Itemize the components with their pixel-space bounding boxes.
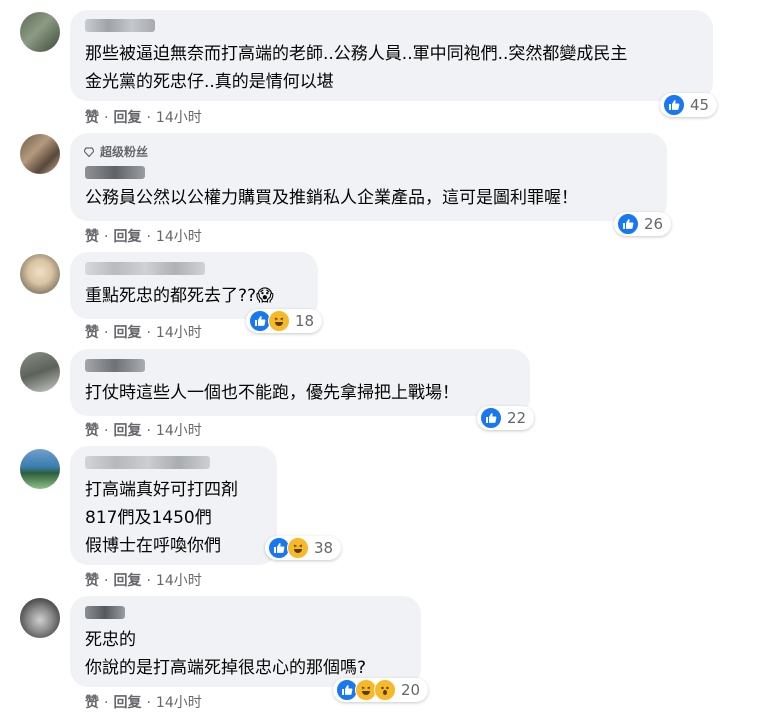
reaction-count: 22 — [507, 409, 527, 427]
blurred-username[interactable] — [85, 262, 205, 275]
comment-bubble: 打仗時這些人一個也不能跑，優先拿掃把上戰場！ — [70, 349, 530, 416]
comment-text: 打高端真好可打四剤 817們及1450們 假博士在呼喚你們 — [85, 480, 238, 556]
diamond-icon — [84, 147, 94, 157]
like-link[interactable]: 赞 — [85, 110, 99, 126]
reply-link[interactable]: 回复 — [113, 573, 141, 589]
comment-actions: 赞 · 回复 · 14小时 — [85, 695, 202, 711]
like-link[interactable]: 赞 — [85, 573, 99, 589]
like-link[interactable]: 赞 — [85, 695, 99, 711]
comment-bubble: 死忠的 你說的是打高端死掉很忠心的那個嗎? — [70, 596, 421, 687]
blurred-username[interactable] — [85, 19, 155, 32]
haha-reaction-icon — [268, 310, 290, 332]
like-reaction-icon — [480, 407, 502, 429]
blurred-username[interactable] — [85, 456, 210, 469]
comment-actions: 赞 · 回复 · 14小时 — [85, 110, 202, 126]
like-reaction-icon — [663, 94, 685, 116]
comment-actions: 赞 · 回复 · 14小时 — [85, 423, 202, 439]
comment-bubble: 那些被逼迫無奈而打高端的老師..公務人員..軍中同袍們..突然都變成民主 金光黨… — [70, 10, 713, 101]
reaction-count: 20 — [401, 681, 421, 699]
avatar[interactable] — [20, 12, 60, 52]
reaction-count: 45 — [690, 96, 710, 114]
comment-actions: 赞 · 回复 · 14小时 — [85, 325, 202, 341]
reply-link[interactable]: 回复 — [113, 325, 141, 341]
avatar[interactable] — [20, 449, 60, 489]
reply-link[interactable]: 回复 — [113, 695, 141, 711]
reaction-count: 26 — [644, 215, 664, 233]
comment-actions: 赞 · 回复 · 14小时 — [85, 573, 202, 589]
comment-text: 重點死忠的都死去了??😱 — [85, 286, 274, 306]
reply-link[interactable]: 回复 — [113, 229, 141, 245]
like-reaction-icon — [617, 213, 639, 235]
blurred-username[interactable] — [85, 359, 145, 372]
reaction-count: 18 — [295, 312, 315, 330]
comment-text: 死忠的 你說的是打高端死掉很忠心的那個嗎? — [85, 630, 367, 678]
like-link[interactable]: 赞 — [85, 229, 99, 245]
reaction-summary[interactable]: 22 — [477, 406, 535, 430]
haha-reaction-icon — [287, 537, 309, 559]
top-fan-badge[interactable]: 超级粉丝 — [84, 143, 148, 160]
avatar[interactable] — [20, 134, 60, 174]
reaction-summary[interactable]: 45 — [660, 93, 718, 117]
comment-text: 打仗時這些人一個也不能跑，優先拿掃把上戰場！ — [85, 383, 459, 403]
reaction-summary[interactable]: 20 — [333, 678, 429, 702]
like-link[interactable]: 赞 — [85, 325, 99, 341]
comment-bubble: 超级粉丝 公務員公然以公權力購買及推銷私人企業產品，這可是圖利罪喔！ — [70, 133, 667, 221]
timestamp[interactable]: 14小时 — [156, 110, 202, 126]
avatar[interactable] — [20, 254, 60, 294]
reply-link[interactable]: 回复 — [113, 110, 141, 126]
reaction-count: 38 — [314, 539, 334, 557]
blurred-username[interactable] — [85, 606, 125, 619]
avatar[interactable] — [20, 352, 60, 392]
reaction-summary[interactable]: 38 — [265, 536, 342, 560]
wow-reaction-icon — [374, 679, 396, 701]
reply-link[interactable]: 回复 — [113, 423, 141, 439]
like-link[interactable]: 赞 — [85, 423, 99, 439]
timestamp[interactable]: 14小时 — [156, 695, 202, 711]
timestamp[interactable]: 14小时 — [156, 229, 202, 245]
reaction-summary[interactable]: 26 — [614, 212, 672, 236]
timestamp[interactable]: 14小时 — [156, 573, 202, 589]
timestamp[interactable]: 14小时 — [156, 325, 202, 341]
reaction-summary[interactable]: 18 — [246, 309, 323, 333]
comment-actions: 赞 · 回复 · 14小时 — [85, 229, 202, 245]
comment-text: 公務員公然以公權力購買及推銷私人企業產品，這可是圖利罪喔！ — [85, 188, 578, 208]
top-fan-label: 超级粉丝 — [100, 145, 149, 159]
comment-text: 那些被逼迫無奈而打高端的老師..公務人員..軍中同袍們..突然都變成民主 金光黨… — [85, 44, 628, 92]
blurred-username[interactable] — [85, 166, 145, 179]
avatar[interactable] — [20, 598, 60, 638]
comment-bubble: 打高端真好可打四剤 817們及1450們 假博士在呼喚你們 — [70, 446, 277, 565]
timestamp[interactable]: 14小时 — [156, 423, 202, 439]
